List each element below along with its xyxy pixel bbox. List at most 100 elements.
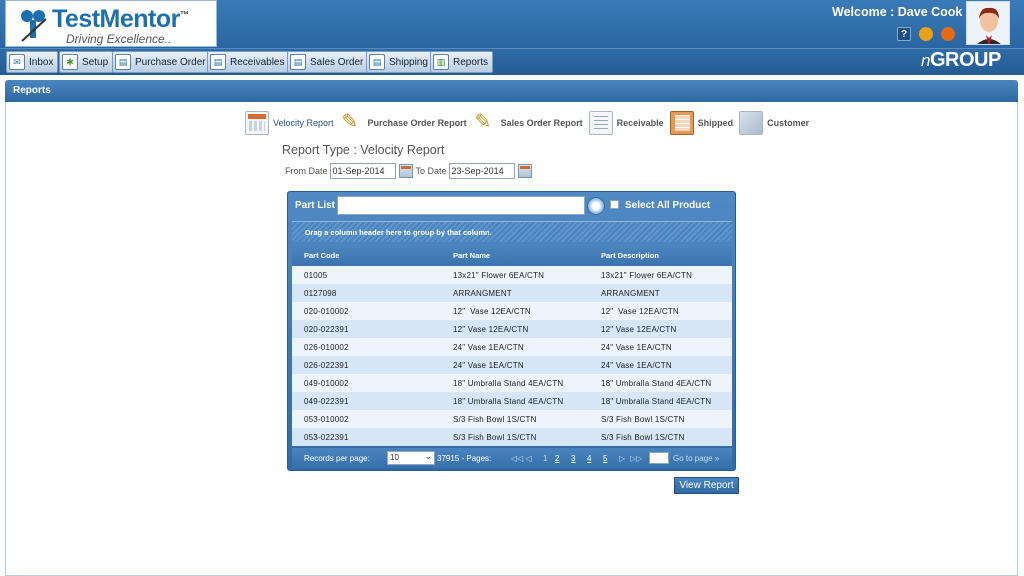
- table-row[interactable]: 020-022391 12" Vase 12EA/CTN 12" Vase 12EA…: [292, 320, 732, 338]
- nav-item-receivables[interactable]: ▤ Receivables: [207, 51, 290, 73]
- last-page-icon[interactable]: ▷▷: [630, 454, 642, 463]
- tab-label: Purchase Order Report: [367, 118, 467, 128]
- prev-page-icon[interactable]: ◁: [526, 454, 532, 463]
- help-icon[interactable]: ?: [897, 27, 911, 41]
- mail-icon: ✉: [9, 54, 25, 70]
- view-report-button[interactable]: View Report: [674, 477, 739, 494]
- table-row[interactable]: 0127098 ARRANGMENT ARRANGMENT: [292, 284, 732, 302]
- to-date-input[interactable]: 23-Sep-2014: [448, 163, 515, 179]
- select-all-checkbox[interactable]: [610, 200, 619, 209]
- table-row[interactable]: 026-022391 24" Vase 1EA/CTN 24" Vase 1EA/C…: [292, 356, 732, 374]
- document-icon: ▤: [290, 54, 306, 70]
- pencil-icon: [473, 109, 497, 135]
- cell-part-description: 12" Vase 12EA/CTN: [601, 325, 677, 334]
- settings-gear-icon[interactable]: [919, 27, 933, 41]
- cell-part-code: 020-010002: [304, 307, 349, 316]
- box-icon: [739, 111, 764, 135]
- nav-item-label: Inbox: [29, 56, 54, 68]
- grid-pager: Records per page: 10 37915 - Pages: ◁◁ ◁…: [292, 448, 732, 468]
- app-logo[interactable]: TestMentor™ Driving Excellence..: [5, 0, 217, 47]
- table-row[interactable]: 053-022391 S/3 Fish Bowl 1S/CTN S/3 Fish B…: [292, 428, 732, 446]
- cell-part-code: 026-010002: [304, 343, 349, 352]
- column-header-part-name[interactable]: Part Name: [453, 251, 490, 260]
- goto-page-link[interactable]: Go to page »: [673, 454, 719, 463]
- cell-part-description: 24" Vase 1EA/CTN: [601, 361, 672, 370]
- tab-label: Sales Order Report: [500, 118, 583, 128]
- page-link[interactable]: 3: [571, 454, 575, 463]
- welcome-text: Welcome : Dave Cook: [832, 5, 963, 19]
- cell-part-description: 12" Vase 12EA/CTN: [601, 307, 679, 316]
- cell-part-code: 053-010002: [304, 415, 349, 424]
- date-range: From Date 01-Sep-2014 To Date 23-Sep-201…: [285, 163, 535, 179]
- report-type-heading: Report Type : Velocity Report: [282, 143, 445, 157]
- tab-receivable[interactable]: Receivable: [588, 111, 664, 135]
- cell-part-description: 18" Umbralla Stand 4EA/CTN: [601, 379, 712, 388]
- cell-part-name: 13x21" Flower 6EA/CTN: [453, 271, 545, 280]
- cell-part-code: 053-022391: [304, 433, 349, 442]
- next-page-icon[interactable]: ▷: [619, 454, 625, 463]
- nav-item-purchase-order[interactable]: ▤ Purchase Order: [112, 51, 211, 73]
- part-search-input[interactable]: [337, 196, 585, 215]
- page-link[interactable]: 5: [603, 454, 607, 463]
- table-row[interactable]: 049-022391 18" Umbralla Stand 4EA/CTN 18" …: [292, 392, 732, 410]
- report-type-tabs: Velocity Report Purchase Order Report Sa…: [245, 109, 815, 136]
- tab-velocity-report[interactable]: Velocity Report: [245, 111, 334, 135]
- chart-icon: ▥: [433, 54, 449, 70]
- cell-part-name: S/3 Fish Bowl 1S/CTN: [453, 415, 537, 424]
- tab-sales-order-report[interactable]: Sales Order Report: [473, 109, 583, 135]
- cell-part-code: 026-022391: [304, 361, 349, 370]
- table-row[interactable]: 053-010002 S/3 Fish Bowl 1S/CTN S/3 Fish B…: [292, 410, 732, 428]
- cell-part-description: S/3 Fish Bowl 1S/CTN: [601, 433, 685, 442]
- cell-part-name: 24" Vase 1EA/CTN: [453, 361, 524, 370]
- to-date-calendar-icon[interactable]: [517, 164, 532, 178]
- tab-label: Customer: [767, 118, 810, 128]
- pager-first-prev[interactable]: ◁◁ ◁: [511, 454, 532, 463]
- tab-label: Shipped: [697, 118, 734, 128]
- nav-item-inbox[interactable]: ✉ Inbox: [6, 51, 59, 73]
- cell-part-name: 24" Vase 1EA/CTN: [453, 343, 524, 352]
- nav-item-shipping[interactable]: ▤ Shipping: [366, 51, 433, 73]
- document-icon: ▤: [115, 54, 131, 70]
- tab-customer[interactable]: Customer: [739, 111, 809, 135]
- column-header-part-code[interactable]: Part Code: [304, 251, 339, 260]
- book-icon: [669, 111, 694, 135]
- group-by-drop-area[interactable]: Drag a column header here to group by th…: [292, 221, 732, 242]
- cell-part-name: 18" Umbralla Stand 4EA/CTN: [453, 397, 564, 406]
- page-link[interactable]: 2: [555, 454, 559, 463]
- logo-mark-icon: [21, 10, 47, 42]
- power-icon[interactable]: [941, 27, 955, 41]
- cell-part-code: 020-022391: [304, 325, 349, 334]
- cell-part-name: ARRANGMENT: [453, 289, 512, 298]
- main-navbar: ✉ Inbox ✱ Setup ▤ Purchase Order ▤ Recei…: [0, 48, 1024, 75]
- select-all-label: Select All Product: [625, 200, 711, 211]
- nav-item-label: Purchase Order: [135, 56, 206, 68]
- table-row[interactable]: 049-010002 18" Umbralla Stand 4EA/CTN 18" …: [292, 374, 732, 392]
- table-row[interactable]: 01005 13x21" Flower 6EA/CTN 13x21" Flower …: [292, 266, 732, 284]
- page-link[interactable]: 4: [587, 454, 591, 463]
- tab-shipped[interactable]: Shipped: [669, 111, 734, 135]
- from-date-input[interactable]: 01-Sep-2014: [329, 163, 396, 179]
- cell-part-description: 18" Umbralla Stand 4EA/CTN: [601, 397, 712, 406]
- nav-item-reports[interactable]: ▥ Reports: [430, 51, 494, 73]
- from-date-calendar-icon[interactable]: [398, 164, 413, 178]
- table-row[interactable]: 020-010002 12" Vase 12EA/CTN 12" Vase 12EA…: [292, 302, 732, 320]
- nav-item-setup[interactable]: ✱ Setup: [59, 51, 114, 73]
- grid-body: 01005 13x21" Flower 6EA/CTN 13x21" Flower …: [292, 266, 732, 446]
- header-tools: ?: [897, 27, 955, 41]
- column-header-part-description[interactable]: Part Description: [601, 251, 659, 260]
- nav-item-sales-order[interactable]: ▤ Sales Order: [287, 51, 369, 73]
- goto-page-input[interactable]: [649, 452, 669, 464]
- nav-item-label: Receivables: [230, 56, 285, 68]
- cell-part-name: 12" Vase 12EA/CTN: [453, 307, 531, 316]
- search-icon[interactable]: [587, 197, 605, 215]
- tab-purchase-order-report[interactable]: Purchase Order Report: [340, 109, 467, 135]
- table-row[interactable]: 026-010002 24" Vase 1EA/CTN 24" Vase 1EA/C…: [292, 338, 732, 356]
- document-icon: [588, 111, 613, 135]
- page-size-select[interactable]: 10: [387, 450, 435, 465]
- cell-part-description: S/3 Fish Bowl 1S/CTN: [601, 415, 685, 424]
- cell-part-name: 18" Umbralla Stand 4EA/CTN: [453, 379, 564, 388]
- document-icon: ▤: [369, 54, 385, 70]
- first-page-icon[interactable]: ◁◁: [511, 454, 523, 463]
- page-link-current[interactable]: 1: [543, 454, 547, 463]
- user-avatar[interactable]: [966, 1, 1010, 45]
